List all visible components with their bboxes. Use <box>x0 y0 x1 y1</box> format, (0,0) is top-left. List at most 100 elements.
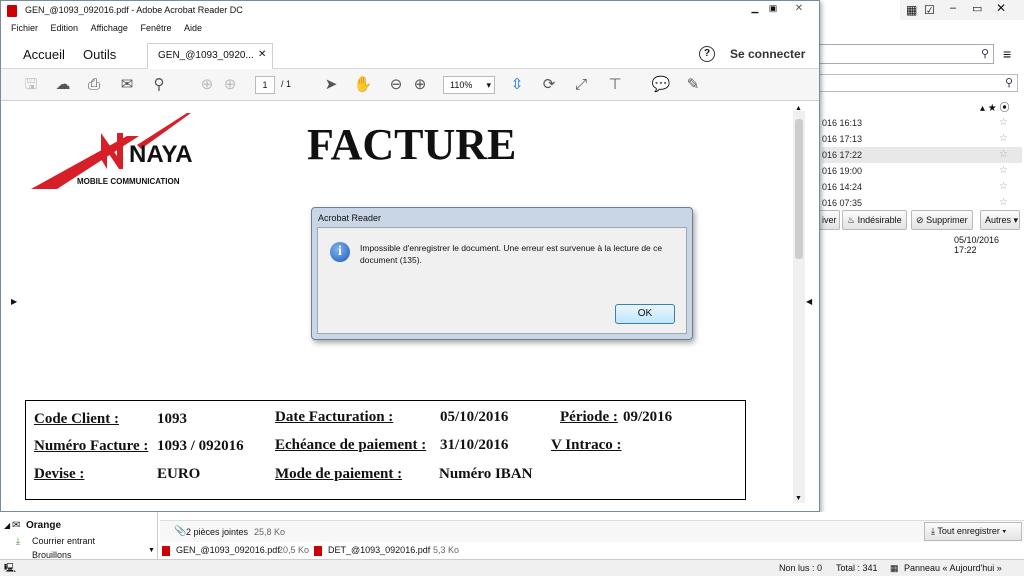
sign-pen-icon[interactable]: ✎ <box>683 75 703 95</box>
filter-search-icon[interactable]: ⚲ <box>1005 76 1013 89</box>
hand-tool-icon[interactable]: ✋ <box>353 75 373 95</box>
tab-home[interactable]: Accueil <box>23 47 65 62</box>
pdf-scrollbar-thumb[interactable] <box>795 119 803 259</box>
message-date: 016 14:24 <box>822 182 863 192</box>
star-icon[interactable]: ☆ <box>999 179 1008 195</box>
calendar-icon[interactable]: ▦ <box>906 3 917 17</box>
toolbar: 🖫 ☁ ⎙ ✉ ⚲ ⊕ ⊕ 1 / 1 ➤ ✋ ⊖ ⊕ 110% ▾ ⇳ ⟳ ⤢ … <box>1 69 819 101</box>
search-icon[interactable]: ⚲ <box>981 47 989 60</box>
zoom-select[interactable]: 110% ▾ <box>443 76 495 94</box>
delete-button[interactable]: ⊘ Supprimer <box>911 210 973 230</box>
message-row[interactable]: 016 14:24 ☆ <box>822 179 1022 195</box>
help-icon[interactable]: ? <box>699 46 715 62</box>
zoom-out-icon[interactable]: ⊖ <box>386 75 406 95</box>
attachment-2-name[interactable]: DET_@1093_092016.pdf <box>328 543 430 558</box>
right-panel-toggle-icon[interactable]: ◀ <box>806 297 812 306</box>
paperclip-icon: 📎 <box>174 526 187 537</box>
message-date: 016 16:13 <box>822 118 863 128</box>
devise-value: EURO <box>157 466 201 482</box>
info-icon: i <box>330 242 350 262</box>
save-icon[interactable]: 🖫 <box>21 75 41 95</box>
invoice-title: FACTURE <box>307 120 517 169</box>
scroll-down-icon[interactable]: ▼ <box>795 495 802 502</box>
logo-subtitle: MOBILE COMMUNICATION <box>77 177 180 186</box>
menu-fenetre[interactable]: Fenêtre <box>140 23 171 33</box>
window-minimize-icon[interactable]: ▁ <box>745 3 765 17</box>
minimize-icon[interactable]: – <box>950 2 956 14</box>
left-panel-toggle-icon[interactable]: ▶ <box>11 297 17 306</box>
window-close-icon[interactable]: ✕ <box>785 3 813 17</box>
email-search-input[interactable]: ⚲ <box>818 44 994 64</box>
menu-aide[interactable]: Aide <box>184 23 202 33</box>
email-filter-input[interactable]: ⚲ <box>818 74 1018 92</box>
message-header-date: 05/10/2016 17:22 <box>954 235 1000 255</box>
page-number-input[interactable]: 1 <box>255 76 275 94</box>
message-row[interactable]: 016 07:35 ☆ <box>822 195 1022 211</box>
menu-edition[interactable]: Edition <box>51 23 79 33</box>
fullscreen-icon[interactable]: ⤢ <box>571 75 591 95</box>
folder-orange[interactable]: Orange <box>26 520 61 531</box>
logo-n-shape <box>101 133 123 169</box>
tab-close-icon[interactable]: ✕ <box>258 49 266 60</box>
email-icon[interactable]: ✉ <box>117 75 137 95</box>
expand-icon[interactable]: ▼ <box>148 543 155 558</box>
acrobat-titlebar: GEN_@1093_092016.pdf - Adobe Acrobat Rea… <box>1 1 819 21</box>
today-pane-toggle[interactable]: Panneau « Aujourd'hui » <box>904 560 1002 576</box>
star-icon[interactable]: ☆ <box>999 115 1008 131</box>
today-pane-icon: ▦ <box>890 563 899 573</box>
comment-icon[interactable]: 💬 <box>651 75 671 95</box>
attachment-size: 25,8 Ko <box>254 527 286 537</box>
tab-bar: Accueil Outils GEN_@1093_0920... ✕ ? Se … <box>1 41 819 69</box>
ok-button[interactable]: OK <box>615 304 675 324</box>
zoom-in-icon[interactable]: ⊕ <box>410 75 430 95</box>
menu-fichier[interactable]: Fichier <box>11 23 38 33</box>
message-row[interactable]: 016 19:00 ☆ <box>822 163 1022 179</box>
page-fit-icon[interactable]: ⇳ <box>507 75 527 95</box>
prev-page-icon[interactable]: ⊕ <box>197 75 217 95</box>
star-icon[interactable]: ☆ <box>999 131 1008 147</box>
tab-document[interactable]: GEN_@1093_0920... ✕ <box>147 43 273 69</box>
folder-account-icon: ✉ <box>12 520 21 531</box>
attachment-1-name[interactable]: GEN_@1093_092016.pdf <box>176 543 280 558</box>
folder-pane: ◢ ✉ Orange ⤓ Courrier entrant Brouillons <box>0 512 158 559</box>
close-icon[interactable]: ✕ <box>996 1 1006 15</box>
star-icon[interactable]: ☆ <box>999 163 1008 179</box>
column-header-icons: ▴ ★ ⦿ <box>980 103 1010 114</box>
page-current: 1 <box>262 80 268 90</box>
menu-affichage[interactable]: Affichage <box>91 23 128 33</box>
menu-icon[interactable]: ≡ <box>1003 46 1011 62</box>
folder-inbox[interactable]: Courrier entrant <box>32 536 95 546</box>
read-mode-icon[interactable]: ⊤ <box>605 75 625 95</box>
junk-label: Indésirable <box>857 215 902 225</box>
junk-button[interactable]: ♨ Indésirable <box>842 210 907 230</box>
collapse-icon[interactable]: ◢ <box>4 521 10 530</box>
echeance-label: Echéance de paiement : <box>275 437 427 453</box>
window-maximize-icon[interactable]: ▣ <box>763 3 783 17</box>
maximize-icon[interactable]: ▭ <box>972 2 982 15</box>
message-row[interactable]: 016 16:13 ☆ <box>822 115 1022 131</box>
tab-tools[interactable]: Outils <box>83 47 116 62</box>
scroll-up-icon[interactable]: ▲ <box>795 105 802 112</box>
select-cursor-icon[interactable]: ➤ <box>321 75 341 95</box>
message-row-selected[interactable]: 016 17:22 ☆ <box>822 147 1022 163</box>
archive-button[interactable]: iver <box>818 210 840 230</box>
folder-drafts[interactable]: Brouillons <box>32 550 72 558</box>
upload-cloud-icon[interactable]: ☁ <box>53 75 73 95</box>
attachment-bar: 📎 2 pièces jointes 25,8 Ko ⤓ Tout enregi… <box>160 520 1024 542</box>
dialog-title: Acrobat Reader <box>318 213 382 223</box>
search-find-icon[interactable]: ⚲ <box>149 75 169 95</box>
devise-label: Devise : <box>34 466 85 482</box>
next-page-icon[interactable]: ⊕ <box>220 75 240 95</box>
more-button[interactable]: Autres ▾ <box>980 210 1020 230</box>
unread-count: Non lus : 0 <box>779 563 823 573</box>
save-all-button[interactable]: ⤓ Tout enregistrer ▾ <box>924 522 1022 541</box>
attachment-count[interactable]: 2 pièces jointes <box>186 527 248 537</box>
print-icon[interactable]: ⎙ <box>84 75 104 95</box>
sign-in-link[interactable]: Se connecter <box>730 47 805 61</box>
star-icon[interactable]: ☆ <box>999 147 1008 163</box>
rotate-icon[interactable]: ⟳ <box>539 75 559 95</box>
message-row[interactable]: 016 17:13 ☆ <box>822 131 1022 147</box>
tasks-icon[interactable]: ☑ <box>924 3 935 17</box>
echeance-value: 31/10/2016 <box>440 437 509 453</box>
star-icon[interactable]: ☆ <box>999 195 1008 211</box>
